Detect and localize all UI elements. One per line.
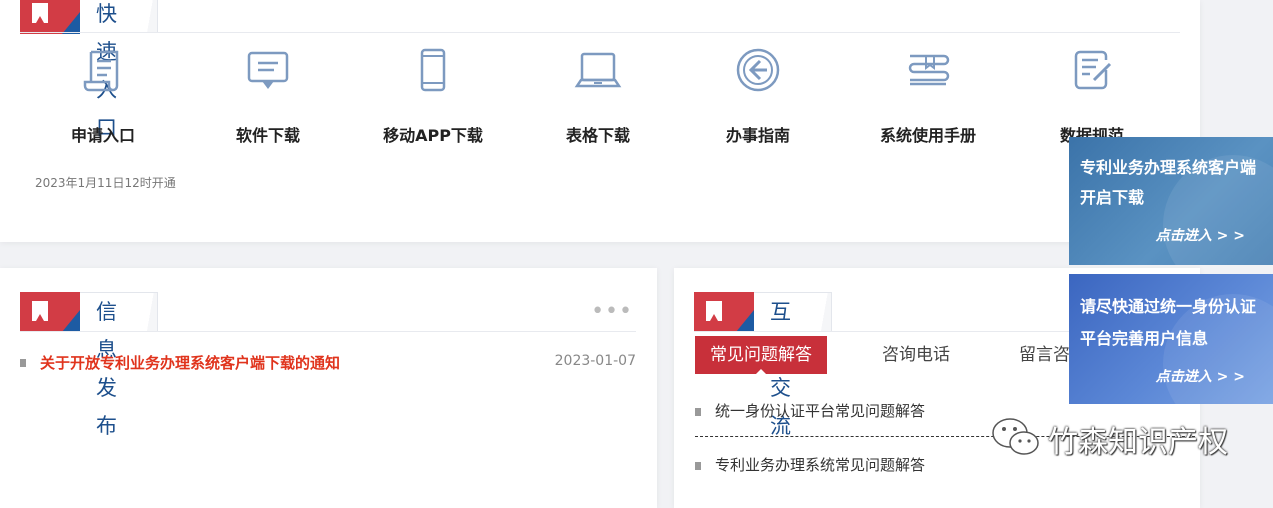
download-screen-icon <box>247 51 289 89</box>
mobile-phone-icon <box>420 48 446 92</box>
bookmark-icon <box>20 292 80 332</box>
tab-faq[interactable]: 常见问题解答 <box>695 336 827 375</box>
news-date: 2023-01-07 <box>554 353 636 369</box>
faq-title[interactable]: 专利业务办理系统常见问题解答 <box>715 456 925 474</box>
tab-phone[interactable]: 咨询电话 <box>882 336 950 374</box>
faq-title[interactable]: 统一身份认证平台常见问题解答 <box>715 402 925 420</box>
launch-note: 2023年1月11日12时开通 <box>35 176 176 190</box>
quick-item-label: 移动APP下载 <box>383 126 483 145</box>
quick-item-label: 办事指南 <box>725 126 790 145</box>
banner-enter-link[interactable]: 点击进入 > > <box>1156 225 1245 245</box>
divider <box>20 331 636 332</box>
banner-line1: 请尽快通过统一身份认证 <box>1080 297 1257 316</box>
banner-enter-link[interactable]: 点击进入 > > <box>1156 366 1245 386</box>
quick-entry-panel: 快速入口 申请入口 软件下载 移动APP下载 表格下载 办事指南 系统使用手册 … <box>0 0 1200 242</box>
quick-item-manual[interactable]: 系统使用手册 <box>858 46 998 146</box>
quick-item-mobile-app[interactable]: 移动APP下载 <box>363 46 503 146</box>
document-scroll-icon <box>83 50 119 92</box>
arrow-left-circle-icon <box>736 48 780 92</box>
identity-auth-banner[interactable]: 请尽快通过统一身份认证 平台完善用户信息 点击进入 > > <box>1069 274 1273 404</box>
info-release-title: 信息发布 <box>80 292 158 438</box>
info-release-panel: 信息发布 ••• <box>0 268 657 508</box>
quick-item-data-spec[interactable]: 数据规范 <box>1022 46 1162 146</box>
news-title[interactable]: 关于开放专利业务办理系统客户端下载的通知 <box>40 354 340 372</box>
client-download-banner[interactable]: 专利业务办理系统客户端 开启下载 点击进入 > > <box>1069 137 1273 265</box>
watermark-text: 竹森知识产权 <box>1048 425 1228 460</box>
quick-item-form-download[interactable]: 表格下载 <box>528 46 668 146</box>
tab-message[interactable]: 留言咨 <box>1019 336 1070 374</box>
wechat-icon <box>992 418 1039 455</box>
watermark: 竹森知识产权 <box>990 415 1228 461</box>
quick-item-label: 申请入口 <box>70 126 135 145</box>
bullet-icon <box>695 407 701 416</box>
quick-item-label: 软件下载 <box>235 126 300 145</box>
banner-line2: 平台完善用户信息 <box>1080 329 1209 348</box>
divider <box>20 32 1180 33</box>
quick-item-guide[interactable]: 办事指南 <box>688 46 828 146</box>
tab-label: 常见问题解答 <box>710 345 812 365</box>
bullet-icon <box>695 461 701 470</box>
quick-entry-title: 快速入口 <box>80 0 158 140</box>
quick-item-label: 系统使用手册 <box>879 126 976 145</box>
edit-document-icon <box>1074 50 1112 90</box>
quick-item-label: 表格下载 <box>565 126 630 145</box>
bookmark-icon <box>694 292 754 332</box>
bookmark-icon <box>20 0 80 34</box>
news-item[interactable]: 关于开放专利业务办理系统客户端下载的通知 2023-01-07 <box>20 352 636 374</box>
banner-line2: 开启下载 <box>1080 188 1145 207</box>
manual-book-icon <box>908 54 950 86</box>
quick-item-apply[interactable]: 申请入口 <box>33 46 173 146</box>
more-icon[interactable]: ••• <box>591 301 633 323</box>
quick-item-software-download[interactable]: 软件下载 <box>198 46 338 146</box>
interaction-title: 互动交流 <box>754 292 832 438</box>
bullet-icon <box>20 358 26 367</box>
banner-line1: 专利业务办理系统客户端 <box>1080 158 1257 177</box>
laptop-icon <box>574 52 622 88</box>
